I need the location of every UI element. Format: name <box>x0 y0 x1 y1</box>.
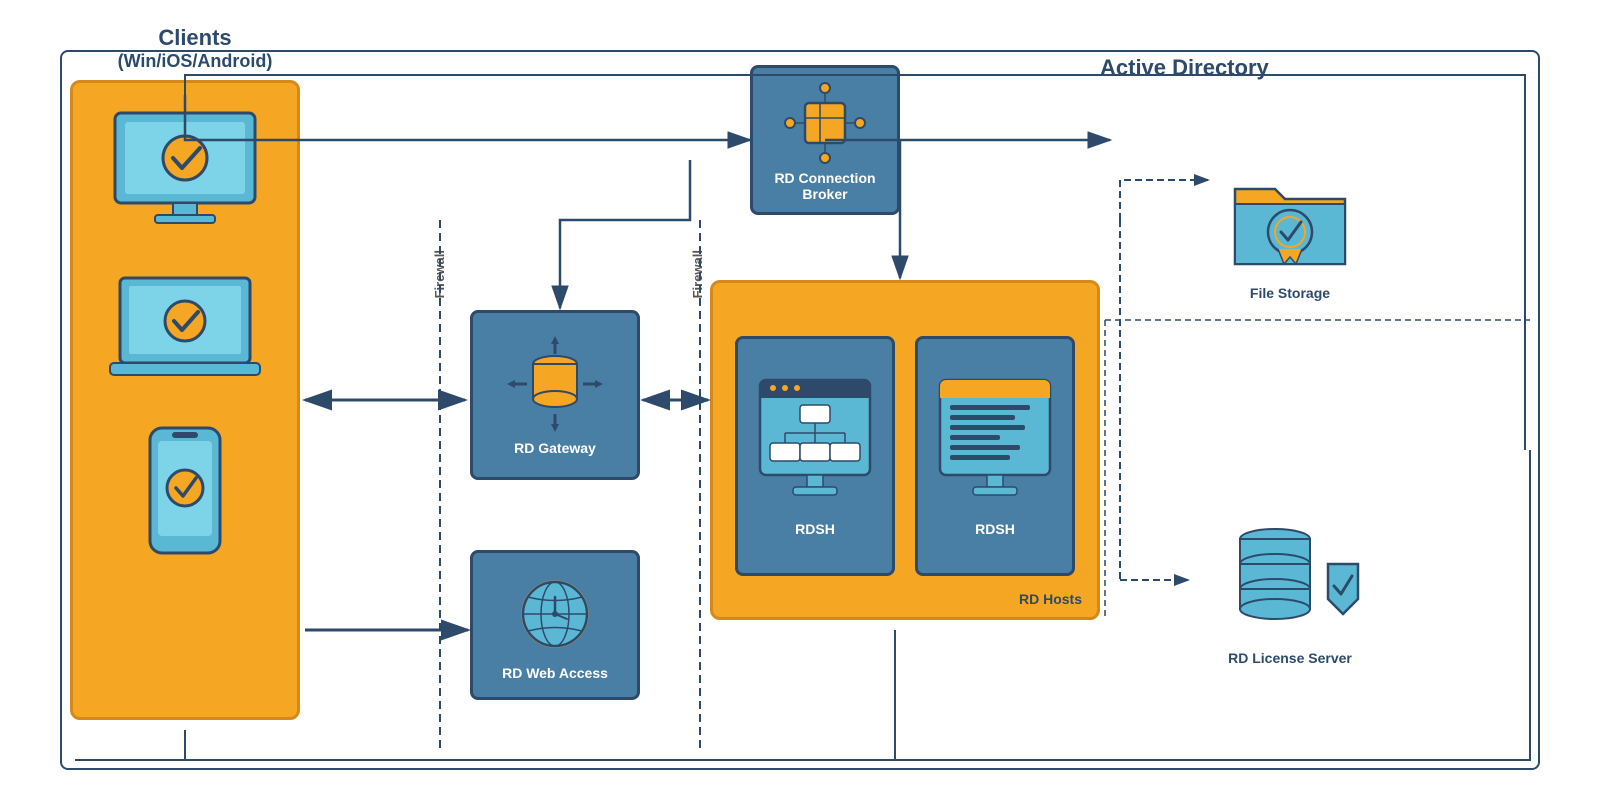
rdsh2-icon <box>935 375 1055 515</box>
file-storage-icon <box>1225 159 1355 279</box>
webaccess-icon <box>510 569 600 659</box>
gateway-icon <box>505 334 605 434</box>
rdsh1-icon <box>755 375 875 515</box>
phone-icon <box>140 423 230 563</box>
rdsh1-label: RDSH <box>795 521 835 537</box>
webaccess-label: RD Web Access <box>502 665 608 681</box>
laptop-device <box>100 263 270 403</box>
rd-gateway-box: RD Gateway <box>470 310 640 480</box>
broker-icon <box>780 78 870 168</box>
firewall1-label: Firewall <box>432 250 447 298</box>
rdsh2-label: RDSH <box>975 521 1015 537</box>
rdsh-container: RDSH <box>713 321 1097 591</box>
rdhosts-label: RD Hosts <box>713 591 1097 607</box>
laptop-icon <box>105 273 265 393</box>
rd-webaccess-box: RD Web Access <box>470 550 640 700</box>
active-directory-label: Active Directory <box>1100 55 1269 81</box>
broker-label: RD Connection Broker <box>753 170 897 202</box>
rdsh2-box: RDSH <box>915 336 1075 576</box>
firewall2-label: Firewall <box>690 250 705 298</box>
clients-box <box>70 80 300 720</box>
phone-device <box>100 423 270 563</box>
desktop-device <box>100 103 270 243</box>
license-label: RD License Server <box>1228 650 1352 666</box>
rd-hosts-box: RDSH <box>710 280 1100 620</box>
license-icon <box>1210 514 1370 644</box>
clients-title: Clients (Win/iOS/Android) <box>85 25 305 72</box>
rdsh1-box: RDSH <box>735 336 895 576</box>
gateway-label: RD Gateway <box>514 440 596 456</box>
desktop-icon <box>105 108 265 238</box>
diagram-container: Clients (Win/iOS/Android) Active Directo… <box>40 20 1560 780</box>
file-storage-label: File Storage <box>1250 285 1330 301</box>
rd-broker-box: RD Connection Broker <box>750 65 900 215</box>
file-storage-box: File Storage <box>1210 150 1370 310</box>
rd-license-box: RD License Server <box>1190 500 1390 680</box>
